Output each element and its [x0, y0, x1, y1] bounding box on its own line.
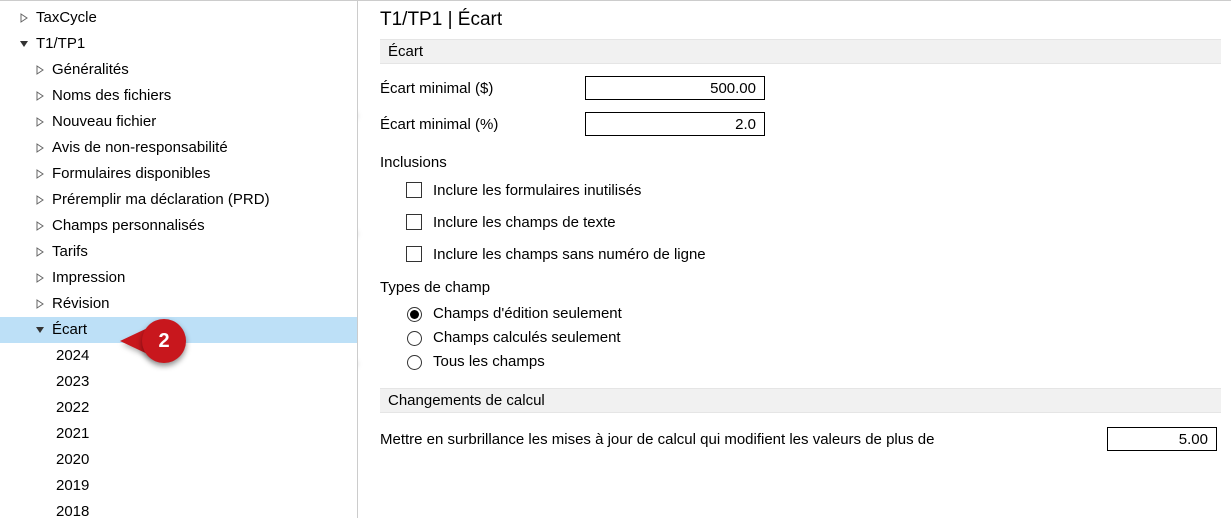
section-header-ecart: Écart	[380, 39, 1221, 64]
caret-down-icon	[18, 38, 30, 50]
radio-label: Champs d'édition seulement	[433, 305, 622, 322]
caret-right-icon	[34, 246, 46, 258]
caret-right-icon	[34, 298, 46, 310]
radio-label: Tous les champs	[433, 353, 545, 370]
tree-item-tarifs[interactable]: Tarifs	[0, 239, 357, 265]
caret-right-icon	[34, 168, 46, 180]
heading-inclusions: Inclusions	[380, 154, 1221, 171]
row-ecart-min-pct: Écart minimal (%)	[380, 112, 1221, 136]
settings-tree: TaxCycle T1/TP1 Généralités Noms des fic…	[0, 1, 358, 518]
caret-right-icon	[34, 194, 46, 206]
checkbox-inclure-formulaires[interactable]	[406, 182, 422, 198]
page-title: T1/TP1 | Écart	[380, 9, 1221, 31]
tree-item-impression[interactable]: Impression	[0, 265, 357, 291]
caret-right-icon	[34, 142, 46, 154]
input-ecart-min-dollar[interactable]	[585, 76, 765, 100]
checkbox-row-formulaires: Inclure les formulaires inutilisés	[402, 179, 1221, 201]
checkbox-inclure-champs-sans-num[interactable]	[406, 246, 422, 262]
tree-item-year[interactable]: 2020	[0, 447, 357, 473]
caret-right-icon	[18, 12, 30, 24]
tree-label: Avis de non-responsabilité	[50, 135, 228, 161]
tree-item-taxcycle[interactable]: TaxCycle	[0, 5, 357, 31]
caret-right-icon	[34, 90, 46, 102]
tree-item-year[interactable]: 2019	[0, 473, 357, 499]
heading-types-champ: Types de champ	[380, 279, 1221, 296]
tree-label: Écart	[50, 317, 87, 343]
tree-label: 2024	[54, 343, 89, 369]
tree-label: 2020	[54, 447, 89, 473]
section-header-calc: Changements de calcul	[380, 388, 1221, 413]
label-ecart-min-dollar: Écart minimal ($)	[380, 80, 585, 97]
ecart-form: Écart minimal ($) Écart minimal (%)	[380, 76, 1221, 136]
tree-label: Impression	[50, 265, 125, 291]
tree-label: Formulaires disponibles	[50, 161, 210, 187]
tree-label: Champs personnalisés	[50, 213, 205, 239]
caret-right-icon	[34, 220, 46, 232]
checkbox-row-champs-texte: Inclure les champs de texte	[402, 211, 1221, 233]
tree-label: Préremplir ma déclaration (PRD)	[50, 187, 270, 213]
tree-item-preremplir[interactable]: Préremplir ma déclaration (PRD)	[0, 187, 357, 213]
tree-item-year[interactable]: 2021	[0, 421, 357, 447]
caret-right-icon	[34, 64, 46, 76]
caret-down-icon	[34, 324, 46, 336]
tree-item-avis[interactable]: Avis de non-responsabilité	[0, 135, 357, 161]
radio-tous-champs[interactable]	[407, 355, 422, 370]
tree-item-year[interactable]: 2022	[0, 395, 357, 421]
tree-label: 2018	[54, 499, 89, 518]
tree-item-champs-perso[interactable]: Champs personnalisés	[0, 213, 357, 239]
input-calc-threshold[interactable]	[1107, 427, 1217, 451]
row-ecart-min-dollar: Écart minimal ($)	[380, 76, 1221, 100]
checkbox-row-champs-sans-num: Inclure les champs sans numéro de ligne	[402, 243, 1221, 265]
tree-item-ecart[interactable]: Écart	[0, 317, 357, 343]
radio-champs-calcules[interactable]	[407, 331, 422, 346]
tree-label: Nouveau fichier	[50, 109, 156, 135]
radio-row-tous: Tous les champs	[402, 352, 1221, 370]
radio-row-calcules: Champs calculés seulement	[402, 328, 1221, 346]
row-calc-highlight: Mettre en surbrillance les mises à jour …	[380, 427, 1221, 451]
radio-row-edition: Champs d'édition seulement	[402, 304, 1221, 322]
tree-label: 2021	[54, 421, 89, 447]
settings-panel: T1/TP1 | Écart Écart Écart minimal ($) É…	[358, 1, 1231, 518]
tree-label: 2023	[54, 369, 89, 395]
caret-right-icon	[34, 116, 46, 128]
tree-item-noms-fichiers[interactable]: Noms des fichiers	[0, 83, 357, 109]
radio-champs-edition[interactable]	[407, 307, 422, 322]
tree-label: 2022	[54, 395, 89, 421]
tree-item-generalites[interactable]: Généralités	[0, 57, 357, 83]
tree-item-year[interactable]: 2018	[0, 499, 357, 518]
label-ecart-min-pct: Écart minimal (%)	[380, 116, 585, 133]
app-root: TaxCycle T1/TP1 Généralités Noms des fic…	[0, 0, 1231, 518]
tree-label: Généralités	[50, 57, 129, 83]
tree-label: Tarifs	[50, 239, 88, 265]
caret-right-icon	[34, 272, 46, 284]
tree-label: Révision	[50, 291, 110, 317]
tree-item-year[interactable]: 2023	[0, 369, 357, 395]
tree-item-nouveau-fichier[interactable]: Nouveau fichier	[0, 109, 357, 135]
checkbox-label: Inclure les champs de texte	[433, 214, 616, 231]
tree-item-year[interactable]: 2024	[0, 343, 357, 369]
tree-label: 2019	[54, 473, 89, 499]
input-ecart-min-pct[interactable]	[585, 112, 765, 136]
label-calc-highlight: Mettre en surbrillance les mises à jour …	[380, 431, 934, 448]
checkbox-label: Inclure les champs sans numéro de ligne	[433, 246, 706, 263]
tree-label: TaxCycle	[34, 5, 97, 31]
checkbox-label: Inclure les formulaires inutilisés	[433, 182, 641, 199]
radio-label: Champs calculés seulement	[433, 329, 621, 346]
tree-label: T1/TP1	[34, 31, 85, 57]
tree-item-formulaires[interactable]: Formulaires disponibles	[0, 161, 357, 187]
tree-item-revision[interactable]: Révision	[0, 291, 357, 317]
tree-label: Noms des fichiers	[50, 83, 171, 109]
tree-item-t1tp1[interactable]: T1/TP1	[0, 31, 357, 57]
checkbox-inclure-champs-texte[interactable]	[406, 214, 422, 230]
